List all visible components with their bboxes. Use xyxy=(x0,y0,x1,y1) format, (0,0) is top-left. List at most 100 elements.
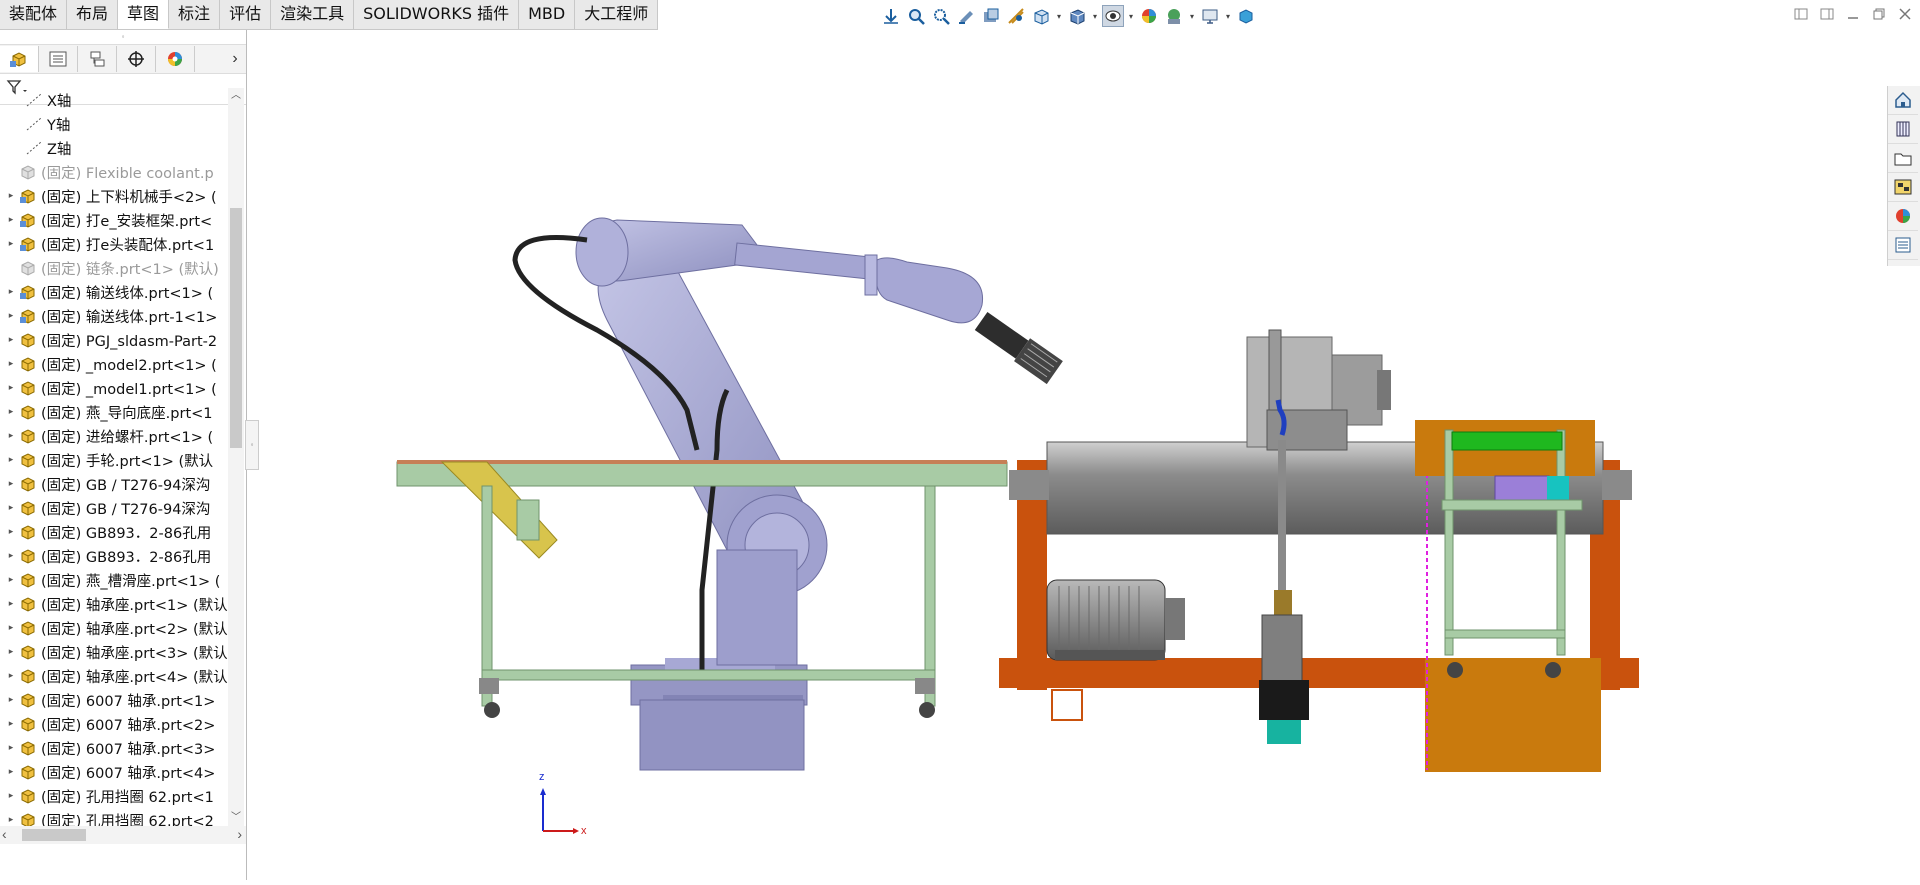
expand-arrow-icon[interactable]: ▸ xyxy=(4,599,18,609)
tree-item[interactable]: ▸ (固定) GB893．2-86孔用 xyxy=(0,544,228,568)
expand-arrow-icon[interactable]: ▸ xyxy=(4,503,18,513)
tab-6[interactable]: SOLIDWORKS 插件 xyxy=(354,0,520,29)
scroll-up-icon[interactable]: ︿ xyxy=(228,88,244,104)
scroll-left-icon[interactable]: ‹ xyxy=(2,826,7,842)
tree-vertical-scrollbar[interactable]: ︿ ﹀ xyxy=(228,88,244,826)
appearances-icon[interactable] xyxy=(1888,202,1918,231)
scroll-down-icon[interactable]: ﹀ xyxy=(228,810,244,826)
view-cube-icon[interactable] xyxy=(1030,5,1052,27)
tree-item[interactable]: ▸ (固定) 6007 轴承.prt<3> xyxy=(0,736,228,760)
expand-arrow-icon[interactable]: ▸ xyxy=(4,383,18,393)
tree-item[interactable]: ▸ (固定) 打e_安装框架.prt< xyxy=(0,208,228,232)
edit-appearance-icon[interactable] xyxy=(1138,5,1160,27)
more-tabs-button[interactable]: › xyxy=(224,46,246,72)
expand-arrow-icon[interactable]: ▸ xyxy=(4,191,18,201)
tab-4[interactable]: 评估 xyxy=(220,0,272,29)
view-settings-icon[interactable] xyxy=(1199,5,1221,27)
expand-arrow-icon[interactable]: ▸ xyxy=(4,671,18,681)
configurationmanager-tab-icon[interactable] xyxy=(78,46,117,72)
expand-arrow-icon[interactable]: ▸ xyxy=(4,359,18,369)
zoom-to-area-icon[interactable] xyxy=(930,5,952,27)
tree-item[interactable]: Y轴 xyxy=(0,112,228,136)
expand-arrow-icon[interactable]: ▸ xyxy=(4,767,18,777)
expand-arrow-icon[interactable]: ▸ xyxy=(4,407,18,417)
graphics-viewport[interactable]: z x xyxy=(247,30,1887,880)
expand-arrow-icon[interactable]: ▸ xyxy=(4,335,18,345)
tab-3[interactable]: 标注 xyxy=(169,0,221,29)
tree-item[interactable]: ▸ (固定) 燕_槽滑座.prt<1> ( xyxy=(0,568,228,592)
tree-item[interactable]: ▸ (固定) 6007 轴承.prt<1> xyxy=(0,688,228,712)
tab-5[interactable]: 渲染工具 xyxy=(271,0,355,29)
propertymanager-tab-icon[interactable] xyxy=(39,46,78,72)
tree-item[interactable]: ▸ (固定) 轴承座.prt<2> (默认 xyxy=(0,616,228,640)
panel-splitter[interactable]: ◦ xyxy=(0,30,246,44)
zoom-to-fit-icon[interactable] xyxy=(905,5,927,27)
3d-view-icon[interactable] xyxy=(1235,5,1257,27)
tree-item[interactable]: ▸ (固定) GB / T276-94深沟 xyxy=(0,472,228,496)
tree-item[interactable]: ▸ (固定) GB893．2-86孔用 xyxy=(0,520,228,544)
display-style-dropdown[interactable]: ▾ xyxy=(1091,5,1099,27)
home-icon[interactable] xyxy=(1888,86,1918,115)
section-view-icon[interactable] xyxy=(980,5,1002,27)
minimize-icon[interactable] xyxy=(1844,5,1862,23)
tree-item[interactable]: ▸ (固定) 手轮.prt<1> (默认 xyxy=(0,448,228,472)
view-settings-dropdown[interactable]: ▾ xyxy=(1224,5,1232,27)
tab-0[interactable]: 装配体 xyxy=(0,0,68,29)
tile-right-icon[interactable] xyxy=(1818,5,1836,23)
scroll-thumb[interactable] xyxy=(230,208,242,448)
tab-8[interactable]: 大工程师 xyxy=(575,0,659,29)
hscroll-thumb[interactable] xyxy=(22,829,86,841)
tree-item[interactable]: ▸ (固定) 孔用挡圈 62.prt<2 xyxy=(0,808,228,826)
expand-arrow-icon[interactable]: ▸ xyxy=(4,527,18,537)
expand-arrow-icon[interactable]: ▸ xyxy=(4,719,18,729)
view-palette-icon[interactable] xyxy=(1888,173,1918,202)
tree-item[interactable]: ▸ (固定) GB / T276-94深沟 xyxy=(0,496,228,520)
tree-item[interactable]: ▸ (固定) 上下料机械手<2> ( xyxy=(0,184,228,208)
tree-item[interactable]: ▸ (固定) 打e头装配体.prt<1 xyxy=(0,232,228,256)
tree-item[interactable]: ▸ (固定) _model2.prt<1> ( xyxy=(0,352,228,376)
displaymanager-tab-icon[interactable] xyxy=(156,46,195,72)
file-explorer-icon[interactable] xyxy=(1888,144,1918,173)
expand-arrow-icon[interactable]: ▸ xyxy=(4,623,18,633)
scroll-right-icon[interactable]: › xyxy=(237,826,242,842)
view-orientation-icon[interactable] xyxy=(880,5,902,27)
tab-7[interactable]: MBD xyxy=(519,0,576,29)
expand-arrow-icon[interactable]: ▸ xyxy=(4,311,18,321)
tree-item[interactable]: X轴 xyxy=(0,88,228,112)
tree-horizontal-scrollbar[interactable]: ‹ › xyxy=(0,826,246,844)
expand-arrow-icon[interactable]: ▸ xyxy=(4,815,18,825)
tree-item[interactable]: ▸ (固定) 进给螺杆.prt<1> ( xyxy=(0,424,228,448)
tree-item[interactable]: ▸ (固定) _model1.prt<1> ( xyxy=(0,376,228,400)
expand-arrow-icon[interactable]: ▸ xyxy=(4,647,18,657)
view-orientation-dropdown[interactable]: ▾ xyxy=(1055,5,1063,27)
tree-item[interactable]: Z轴 xyxy=(0,136,228,160)
expand-arrow-icon[interactable]: ▸ xyxy=(4,431,18,441)
tree-item[interactable]: (固定) 链条.prt<1> (默认) xyxy=(0,256,228,280)
apply-scene-icon[interactable] xyxy=(1163,5,1185,27)
tile-left-icon[interactable] xyxy=(1792,5,1810,23)
previous-view-icon[interactable] xyxy=(955,5,977,27)
design-library-icon[interactable] xyxy=(1888,115,1918,144)
tree-item[interactable]: ▸ (固定) 输送线体.prt-1<1> xyxy=(0,304,228,328)
dynamic-annotation-icon[interactable] xyxy=(1005,5,1027,27)
hide-show-icon[interactable] xyxy=(1102,5,1124,27)
hide-show-dropdown[interactable]: ▾ xyxy=(1127,5,1135,27)
tree-item[interactable]: ▸ (固定) 轴承座.prt<3> (默认 xyxy=(0,640,228,664)
dimxpert-tab-icon[interactable] xyxy=(117,46,156,72)
expand-arrow-icon[interactable]: ▸ xyxy=(4,575,18,585)
expand-arrow-icon[interactable]: ▸ xyxy=(4,287,18,297)
expand-arrow-icon[interactable]: ▸ xyxy=(4,239,18,249)
tree-item[interactable]: ▸ (固定) 轴承座.prt<1> (默认 xyxy=(0,592,228,616)
expand-arrow-icon[interactable]: ▸ xyxy=(4,551,18,561)
restore-icon[interactable] xyxy=(1870,5,1888,23)
close-icon[interactable] xyxy=(1896,5,1914,23)
expand-arrow-icon[interactable]: ▸ xyxy=(4,215,18,225)
expand-arrow-icon[interactable]: ▸ xyxy=(4,695,18,705)
tree-item[interactable]: (固定) Flexible coolant.p xyxy=(0,160,228,184)
expand-arrow-icon[interactable]: ▸ xyxy=(4,791,18,801)
tab-1[interactable]: 布局 xyxy=(67,0,119,29)
apply-scene-dropdown[interactable]: ▾ xyxy=(1188,5,1196,27)
tree-item[interactable]: ▸ (固定) 6007 轴承.prt<2> xyxy=(0,712,228,736)
custom-properties-icon[interactable] xyxy=(1888,231,1918,260)
expand-arrow-icon[interactable]: ▸ xyxy=(4,479,18,489)
